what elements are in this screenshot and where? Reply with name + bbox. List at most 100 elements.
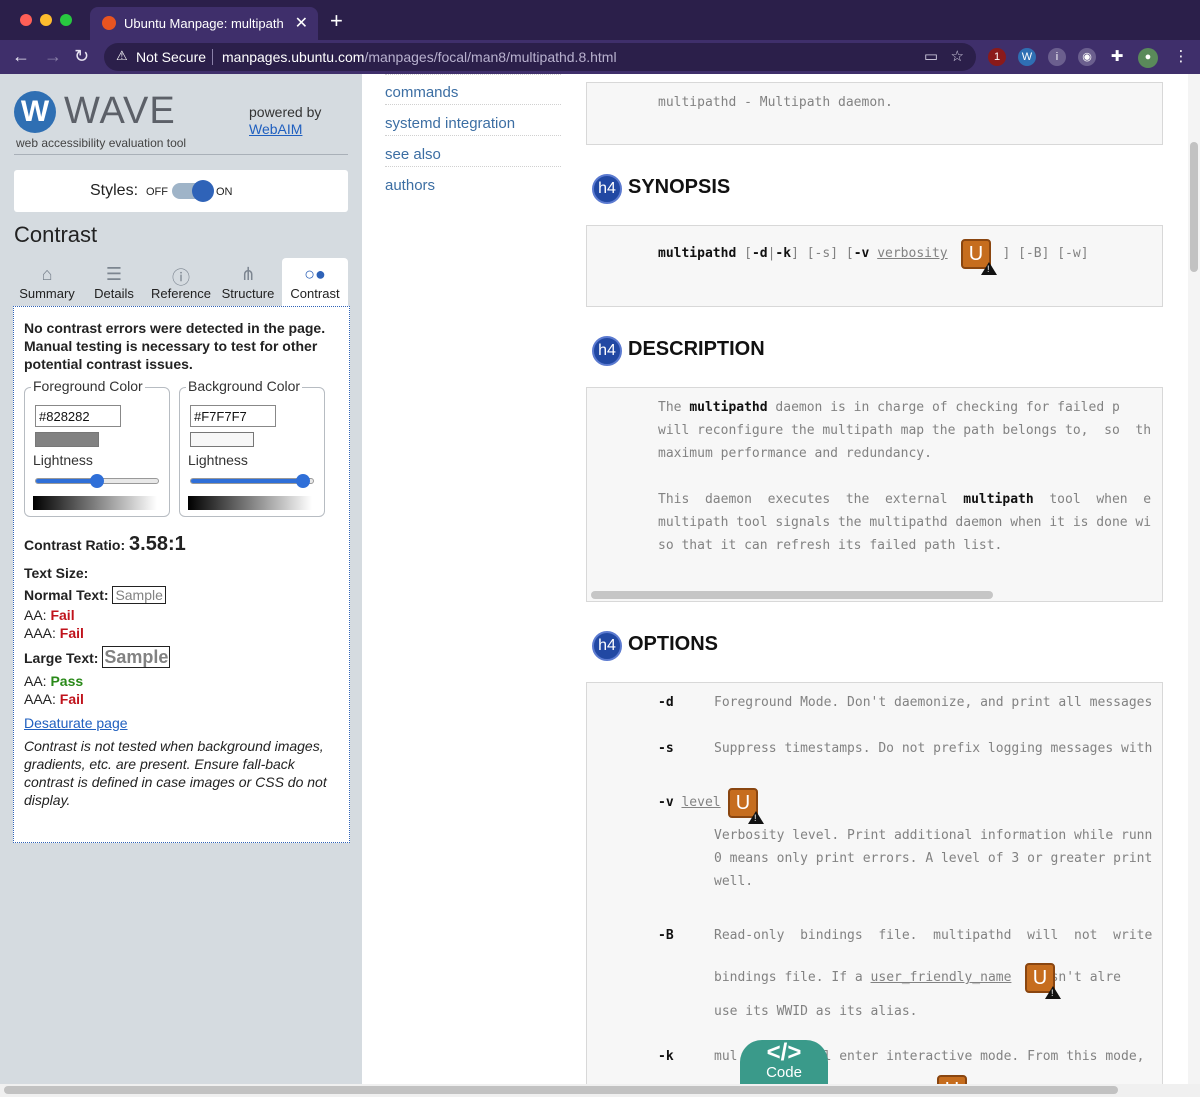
bracket: ]: [1002, 246, 1011, 261]
browser-tab[interactable]: Ubuntu Manpage: multipathd - ✕: [90, 7, 318, 40]
option-flag: -v: [658, 795, 674, 810]
underline-alert-icon[interactable]: U: [961, 239, 997, 275]
desc-line: maximum performance and redundancy.: [658, 446, 932, 461]
underline-alert-icon[interactable]: U: [728, 788, 764, 824]
aa-label: AA:: [24, 673, 47, 689]
desc-text: daemon is in charge of checking for fail…: [767, 400, 1120, 415]
desc-line: will reconfigure the multipath map the p…: [658, 423, 1152, 438]
toc-divider: [385, 74, 561, 75]
normal-aaa-row: AAA: Fail: [24, 625, 84, 641]
browser-tabstrip: Ubuntu Manpage: multipathd - ✕ +: [0, 0, 1200, 40]
h4-badge-icon[interactable]: h4: [592, 631, 622, 661]
toc-link-see-also[interactable]: see also: [385, 136, 561, 167]
info-extension-icon[interactable]: i: [1048, 48, 1066, 66]
foreground-color-group: Foreground Color #828282 Lightness: [24, 378, 170, 517]
extensions-puzzle-icon[interactable]: ✚: [1108, 48, 1126, 66]
flag-w: [-w]: [1057, 246, 1089, 261]
bookmark-star-icon[interactable]: ☆: [951, 48, 964, 65]
underline-alert-icon[interactable]: U: [937, 1075, 967, 1084]
url-text: manpages.ubuntu.com/manpages/focal/man8/…: [222, 49, 617, 65]
name-line: multipathd - Multipath daemon.: [658, 95, 893, 110]
info-icon: ⓘ: [172, 268, 190, 288]
option-arg: level: [681, 795, 721, 810]
option-arg: user_friendly_name: [870, 970, 1012, 985]
scrollbar-thumb[interactable]: [4, 1086, 1118, 1094]
tab-title: Ubuntu Manpage: multipathd -: [124, 16, 284, 31]
option-flag: -k: [658, 1049, 674, 1064]
tab-details[interactable]: ☰ Details: [81, 258, 147, 306]
tab-summary[interactable]: ⌂ Summary: [14, 258, 80, 306]
warning-triangle-icon: [981, 262, 997, 275]
address-bar[interactable]: ⚠ Not Secure manpages.ubuntu.com/manpage…: [104, 43, 976, 71]
toc-link-commands[interactable]: commands: [385, 74, 561, 105]
styles-toggle[interactable]: [172, 180, 214, 202]
desaturate-link[interactable]: Desaturate page: [24, 715, 128, 731]
foreground-hex-input[interactable]: #828282: [35, 405, 121, 427]
text-size-label: Text Size:: [24, 565, 89, 581]
aaa-label: AAA:: [24, 625, 56, 641]
wave-logo-text: WAVE: [64, 90, 176, 132]
h4-badge-icon[interactable]: h4: [592, 174, 622, 204]
option-text-line: bindings file. If a user_friendly_name d…: [714, 970, 1121, 985]
ublock-extension-icon[interactable]: 1: [988, 48, 1006, 66]
menu-kebab-icon[interactable]: ⋮: [1172, 48, 1190, 66]
option-text: Read-only bindings file. multipathd will…: [714, 928, 1153, 943]
zoom-window-icon[interactable]: [60, 14, 72, 26]
code-button[interactable]: </> Code: [740, 1040, 828, 1084]
toc-link-systemd[interactable]: systemd integration: [385, 105, 561, 136]
slider-thumb[interactable]: [296, 474, 310, 488]
background-lightness-slider[interactable]: [190, 474, 314, 488]
option-flag: -d: [658, 695, 674, 710]
slider-thumb[interactable]: [90, 474, 104, 488]
cast-icon[interactable]: ▭: [924, 48, 938, 65]
scrollbar-thumb[interactable]: [1190, 142, 1198, 272]
webaim-link[interactable]: WebAIM: [249, 121, 302, 137]
normal-aa-result: Fail: [50, 607, 75, 623]
wave-extension-icon[interactable]: W: [1018, 48, 1036, 66]
aa-label: AA:: [24, 607, 47, 623]
tab-structure[interactable]: ⋔ Structure: [215, 258, 281, 306]
forward-icon[interactable]: →: [44, 46, 62, 67]
vertical-scrollbar[interactable]: [1188, 74, 1200, 1084]
description-box: The multipathd daemon is in charge of ch…: [586, 387, 1163, 602]
background-legend: Background Color: [186, 378, 303, 394]
option-flag: -s: [658, 741, 674, 756]
camera-extension-icon[interactable]: ◉: [1078, 48, 1096, 66]
ubuntu-favicon-icon: [102, 16, 116, 30]
underline-alert-icon[interactable]: U: [1025, 963, 1061, 999]
tab-contrast[interactable]: ○● Contrast: [282, 258, 348, 306]
contrast-note: Contrast is not tested when background i…: [24, 738, 327, 808]
desc-text: The: [658, 400, 690, 415]
option-text: Suppress timestamps. Do not prefix loggi…: [714, 741, 1153, 756]
new-tab-button[interactable]: +: [330, 8, 343, 34]
back-icon[interactable]: ←: [12, 46, 30, 67]
normal-aa-row: AA: Fail: [24, 607, 75, 623]
profile-avatar[interactable]: ●: [1138, 48, 1158, 68]
minimize-window-icon[interactable]: [40, 14, 52, 26]
reload-icon[interactable]: ↻: [74, 46, 89, 67]
close-window-icon[interactable]: [20, 14, 32, 26]
toc-link-authors[interactable]: authors: [385, 167, 561, 198]
tab-reference[interactable]: ⓘ Reference: [148, 258, 214, 306]
foreground-lightness-slider[interactable]: [35, 474, 159, 488]
bracket: [: [845, 246, 854, 261]
horizontal-scrollbar[interactable]: [591, 591, 993, 599]
normal-text-label: Normal Text:: [24, 587, 109, 603]
option-text: Verbosity level. Print additional inform…: [714, 828, 1153, 843]
h4-badge-icon[interactable]: h4: [592, 336, 622, 366]
powered-by-label: powered by: [249, 104, 322, 120]
background-hex-input[interactable]: #F7F7F7: [190, 405, 276, 427]
not-secure-label: Not Secure: [136, 49, 207, 65]
tab-close-icon[interactable]: ✕: [295, 13, 308, 33]
flag-s: [-s]: [806, 246, 839, 261]
verbosity-arg: verbosity: [877, 246, 948, 261]
desc-bold: multipathd: [689, 400, 768, 415]
large-text-row: Large Text: Sample: [24, 646, 171, 668]
ratio-label: Contrast Ratio:: [24, 537, 126, 553]
slider-fill: [36, 479, 97, 483]
home-icon: ⌂: [41, 264, 53, 284]
synopsis-box: multipathd [-d|-k] [-s] [-v verbosity ] …: [586, 225, 1163, 307]
styles-label: Styles:: [90, 182, 139, 199]
ratio-value: 3.58:1: [129, 533, 186, 555]
horizontal-page-scrollbar[interactable]: [0, 1084, 1200, 1097]
